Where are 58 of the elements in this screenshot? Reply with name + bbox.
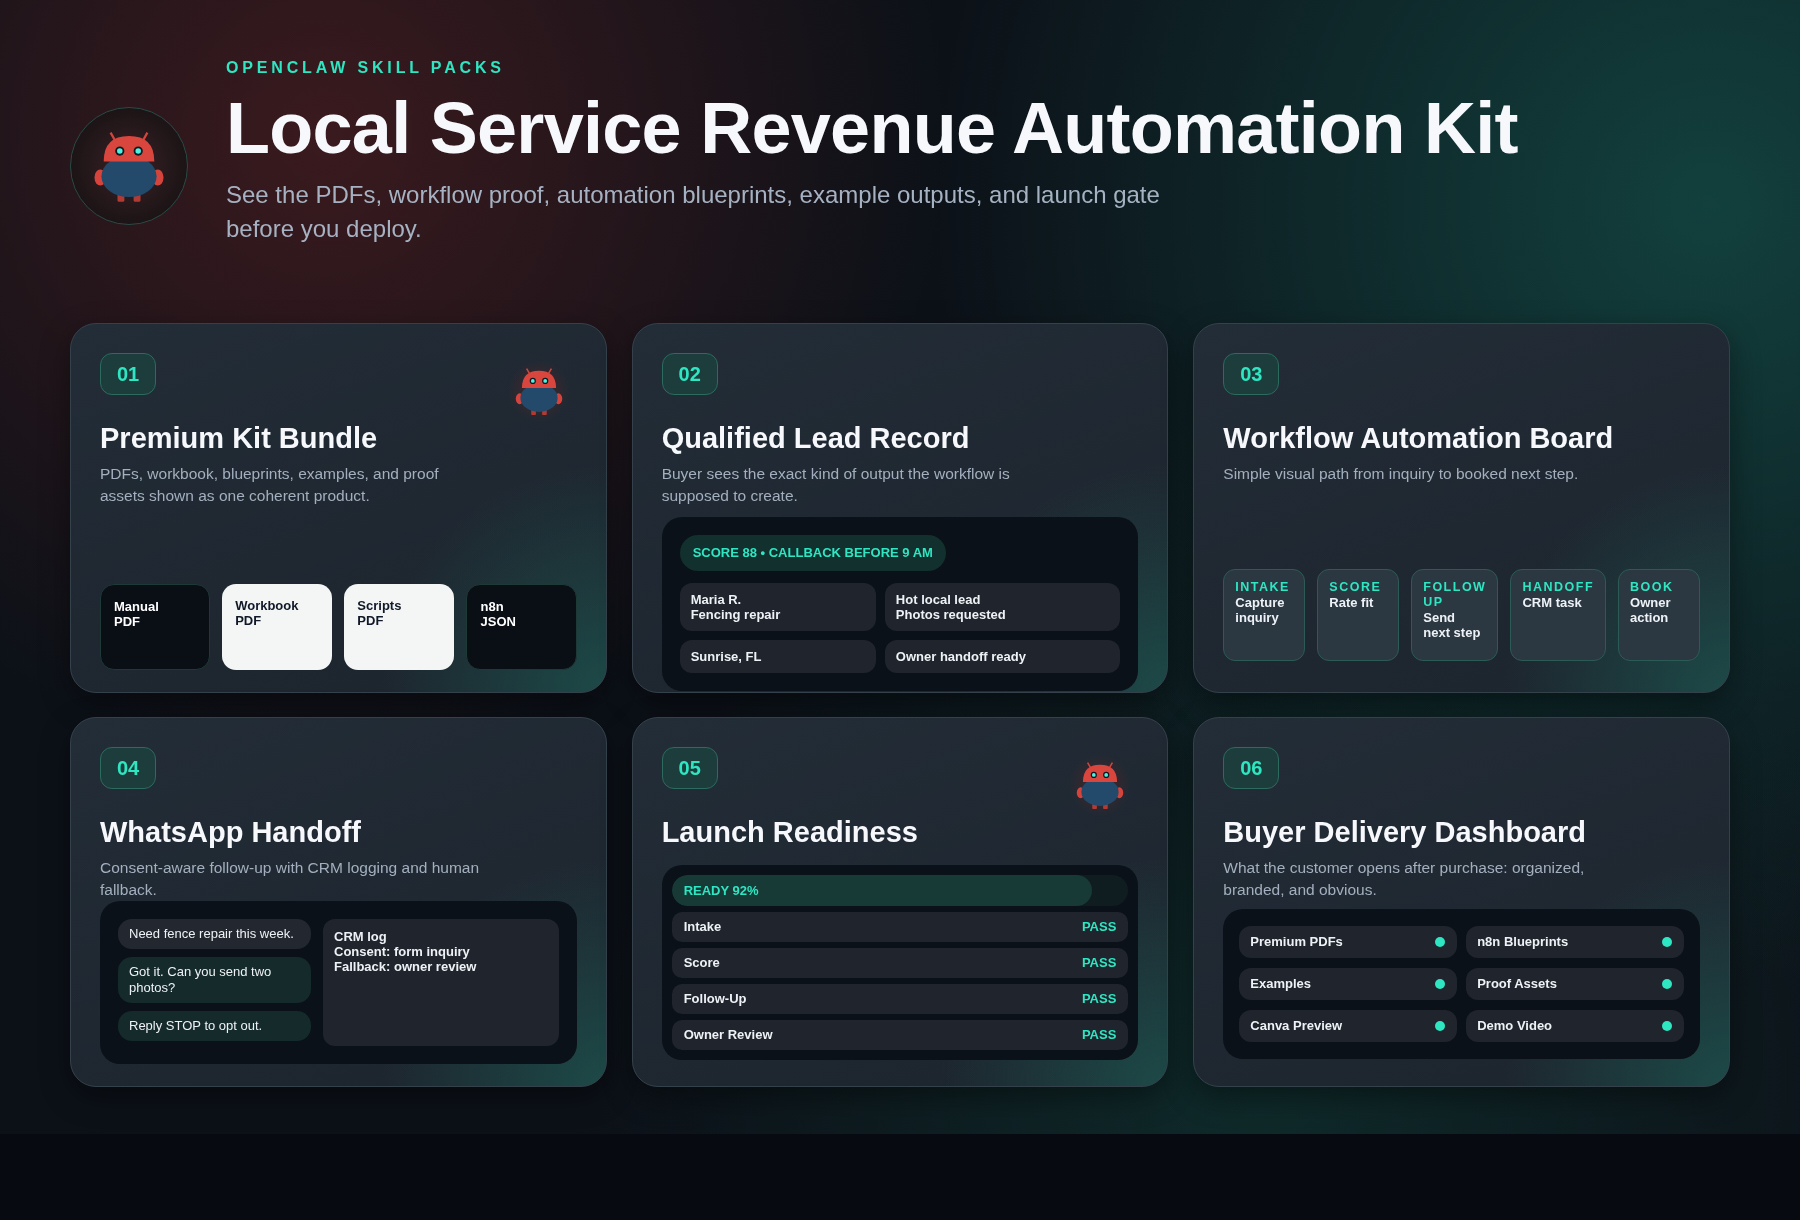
step-label: INTAKE	[1235, 580, 1291, 595]
check-status: PASS	[1081, 990, 1117, 1009]
chat-bubble: Got it. Can you send two photos?	[118, 957, 311, 1003]
deliverable-label: Examples	[1250, 975, 1312, 994]
card-description: PDFs, workbook, blueprints, examples, and proof assets shown as one coherent product.	[100, 464, 440, 506]
number-badge: 06	[1223, 747, 1280, 789]
check-label: Follow-Up	[683, 990, 747, 1009]
check-label: Owner Review	[683, 1026, 773, 1045]
card-description: What the customer opens after purchase: organized, branded, and obvious.	[1223, 858, 1586, 900]
readiness-label: READY 92%	[682, 883, 759, 898]
step-text: Rate fit	[1329, 595, 1375, 610]
deliverable-label: Demo Video	[1477, 1017, 1553, 1036]
card-description: Buyer sees the exact kind of output the workflow is supposed to create.	[661, 464, 1011, 506]
card-description: Consent-aware follow-up with CRM logging and human fallback.	[100, 858, 480, 900]
card-title: Workflow Automation Board	[1223, 421, 1615, 455]
check-status: PASS	[1081, 1026, 1117, 1045]
step-text: Owner action	[1630, 595, 1672, 625]
page-subtitle: See the PDFs, workflow proof, automation blueprints, example outputs, and launch gate before you deploy.	[226, 180, 1161, 244]
deliverable-label: n8n Blueprints	[1477, 933, 1569, 952]
lead-field: Sunrise, FL	[679, 639, 876, 673]
page-title: Local Service Revenue Automation Kit	[226, 92, 1518, 164]
chat-bubble: Reply STOP to opt out.	[118, 1011, 311, 1041]
check-status: PASS	[1081, 918, 1117, 937]
step-label: BOOK	[1630, 580, 1675, 595]
card-description: Simple visual path from inquiry to booked next step.	[1223, 464, 1580, 484]
number-badge: 03	[1223, 353, 1280, 395]
check-label: Score	[683, 954, 720, 973]
score-badge: SCORE 88 • CALLBACK BEFORE 9 AM	[679, 535, 946, 571]
card-title: WhatsApp Handoff	[100, 815, 362, 849]
file-tile: Scripts PDF	[344, 584, 455, 670]
file-tile: Manual PDF	[100, 584, 211, 670]
lead-field: Owner handoff ready	[884, 639, 1121, 673]
lead-field: Hot local lead Photos requested	[884, 582, 1121, 631]
chat-bubble: Need fence repair this week.	[118, 919, 311, 949]
number-badge: 05	[661, 747, 718, 789]
step-label: HANDOFF	[1522, 580, 1595, 595]
number-badge: 02	[661, 353, 718, 395]
crm-log-panel: CRM log Consent: form inquiry Fallback: owner review	[323, 919, 559, 1046]
deliverable-label: Proof Assets	[1477, 975, 1557, 994]
step-text: CRM task	[1522, 595, 1583, 610]
card-title: Buyer Delivery Dashboard	[1223, 815, 1587, 849]
lead-field: Maria R. Fencing repair	[679, 582, 876, 631]
card-title: Qualified Lead Record	[661, 421, 971, 455]
step-text: Capture inquiry	[1235, 595, 1286, 625]
step-text: Send next step	[1423, 610, 1482, 640]
eyebrow-label: OPENCLAW SKILL PACKS	[226, 58, 506, 78]
number-badge: 01	[100, 353, 156, 395]
check-status: PASS	[1081, 954, 1117, 973]
step-label: FOLLOW UP	[1423, 580, 1487, 610]
file-tile: Workbook PDF	[222, 584, 333, 670]
card-title: Launch Readiness	[661, 815, 919, 849]
check-label: Intake	[683, 918, 722, 937]
deliverable-label: Canva Preview	[1250, 1017, 1343, 1036]
card-title: Premium Kit Bundle	[100, 421, 379, 455]
deliverable-label: Premium PDFs	[1250, 933, 1343, 952]
step-label: SCORE	[1329, 580, 1383, 595]
file-tile: n8n JSON	[466, 584, 577, 670]
number-badge: 04	[100, 747, 156, 789]
